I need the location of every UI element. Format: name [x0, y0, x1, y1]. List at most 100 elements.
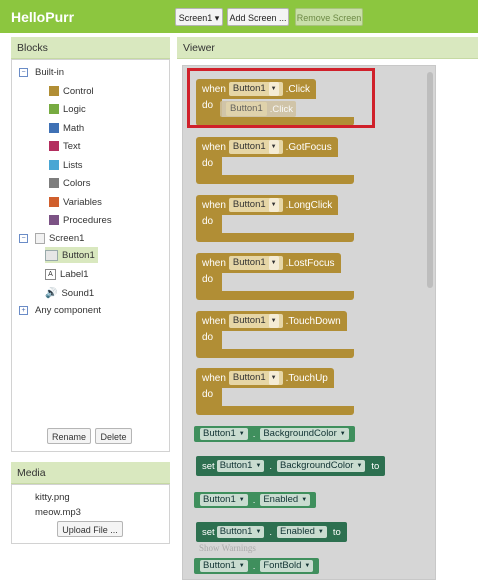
chevron-down-icon: ▼: [255, 463, 262, 469]
tree-item-button1[interactable]: Button1: [45, 247, 98, 263]
event-block[interactable]: when Button1 ▼ .TouchUp do: [196, 368, 356, 416]
setter-enabled-block[interactable]: set Button1 ▼ . Enabled ▼ to: [196, 522, 347, 542]
chevron-down-icon: ▼: [304, 563, 311, 569]
property-dropdown[interactable]: BackgroundColor ▼: [260, 428, 349, 440]
media-file[interactable]: meow.mp3: [35, 504, 81, 520]
builtin-drawer-logic[interactable]: Logic: [49, 101, 86, 117]
chevron-down-icon: ▼: [268, 140, 279, 154]
builtin-drawer-lists[interactable]: Lists: [49, 157, 83, 173]
component-dropdown[interactable]: Button1 ▼: [228, 256, 283, 270]
upload-file-button[interactable]: Upload File ...: [57, 521, 123, 537]
color-swatch-icon: [49, 160, 59, 170]
chevron-down-icon: ▼: [238, 497, 245, 503]
when-label: when: [202, 199, 226, 211]
event-block[interactable]: when Button1 ▼ .LostFocus do: [196, 253, 356, 301]
tree-item-label1[interactable]: A Label1: [45, 266, 89, 282]
event-block[interactable]: when Button1 ▼ .LongClick do: [196, 195, 356, 243]
component-dropdown[interactable]: Button1 ▼: [200, 560, 248, 572]
chevron-down-icon: ▼: [339, 431, 346, 437]
screen1-label: Screen1: [49, 232, 85, 244]
builtin-label: Built-in: [35, 66, 65, 78]
sound-icon: 🔊: [45, 287, 58, 299]
top-toolbar: HelloPurr Screen1 ▾ Add Screen ... Remov…: [0, 0, 478, 33]
chevron-down-icon: ▼: [238, 431, 245, 437]
remove-screen-button[interactable]: Remove Screen: [295, 8, 363, 26]
component-dropdown[interactable]: Button1 ▼: [228, 314, 283, 328]
event-block-footer: [196, 406, 354, 415]
show-warnings-toggle[interactable]: Show Warnings: [199, 543, 256, 553]
color-swatch-icon: [49, 178, 59, 188]
event-block-header: when Button1 ▼ .LostFocus: [196, 253, 341, 273]
property-dropdown[interactable]: FontBold ▼: [260, 560, 314, 572]
tree-item-label: Label1: [60, 268, 89, 280]
do-label: do: [202, 216, 214, 227]
component-dropdown[interactable]: Button1 ▼: [216, 526, 265, 538]
chevron-down-icon: ▼: [301, 497, 308, 503]
drawer-label: Lists: [63, 159, 83, 171]
event-block-footer: [196, 291, 354, 300]
blocks-panel-header: Blocks: [11, 37, 170, 59]
color-swatch-icon: [49, 123, 59, 133]
chevron-down-icon: ▼: [255, 529, 262, 535]
component-dropdown[interactable]: Button1 ▼: [200, 428, 248, 440]
builtin-drawer-text[interactable]: Text: [49, 138, 80, 154]
button-icon: [45, 249, 58, 261]
tree-item-label: Sound1: [61, 287, 95, 299]
event-block[interactable]: when Button1 ▼ .TouchDown do: [196, 311, 356, 359]
property-dropdown[interactable]: BackgroundColor ▼: [277, 460, 366, 472]
color-swatch-icon: [49, 141, 59, 151]
builtin-tree-node[interactable]: − Built-in: [19, 64, 64, 80]
component-dropdown[interactable]: Button1 ▼: [200, 494, 248, 506]
when-label: when: [202, 141, 226, 153]
when-label: when: [202, 315, 226, 327]
component-dropdown[interactable]: Button1 ▼: [228, 140, 283, 154]
getter-backgroundcolor-block[interactable]: Button1 ▼ . BackgroundColor ▼: [194, 426, 355, 442]
collapse-icon[interactable]: −: [19, 233, 28, 243]
highlight-box: [187, 68, 375, 128]
component-dropdown[interactable]: Button1 ▼: [216, 460, 265, 472]
rename-button[interactable]: Rename: [47, 428, 91, 444]
event-block-header: when Button1 ▼ .LongClick: [196, 195, 339, 215]
builtin-drawer-control[interactable]: Control: [49, 83, 94, 99]
event-block-footer: [196, 349, 354, 358]
event-block-header: when Button1 ▼ .GotFocus: [196, 137, 338, 157]
media-panel-header: Media: [11, 462, 170, 484]
chevron-down-icon: ▼: [268, 371, 279, 385]
add-screen-button[interactable]: Add Screen ...: [227, 8, 289, 26]
drawer-label: Variables: [63, 196, 102, 208]
do-label: do: [202, 389, 214, 400]
builtin-drawer-procedures[interactable]: Procedures: [49, 212, 112, 228]
builtin-drawer-colors[interactable]: Colors: [49, 175, 90, 191]
expand-icon[interactable]: +: [19, 305, 28, 315]
do-label: do: [202, 332, 214, 343]
event-block[interactable]: when Button1 ▼ .GotFocus do: [196, 137, 356, 185]
chevron-down-icon: ▼: [356, 463, 363, 469]
property-dropdown[interactable]: Enabled ▼: [277, 526, 327, 538]
media-file[interactable]: kitty.png: [35, 489, 70, 505]
delete-button[interactable]: Delete: [95, 428, 132, 444]
chevron-down-icon: ▼: [238, 563, 245, 569]
event-name-label: .TouchDown: [285, 315, 341, 327]
chevron-down-icon: ▼: [317, 529, 324, 535]
drawer-label: Colors: [63, 177, 91, 189]
component-dropdown[interactable]: Button1 ▼: [228, 371, 283, 385]
label-icon: A: [45, 268, 56, 280]
event-name-label: .GotFocus: [285, 141, 332, 153]
builtin-drawer-variables[interactable]: Variables: [49, 194, 102, 210]
screen-icon: [35, 232, 45, 244]
screen1-tree-node[interactable]: − Screen1: [19, 230, 84, 246]
getter-enabled-block[interactable]: Button1 ▼ . Enabled ▼: [194, 492, 317, 508]
screen-select-button[interactable]: Screen1 ▾: [175, 8, 223, 26]
collapse-icon[interactable]: −: [19, 67, 28, 77]
drawer-label: Control: [63, 85, 94, 97]
any-component-tree-node[interactable]: + Any component: [19, 302, 101, 318]
setter-backgroundcolor-block[interactable]: set Button1 ▼ . BackgroundColor ▼ to: [196, 456, 386, 476]
workspace-scrollbar[interactable]: [427, 72, 433, 288]
tree-item-sound1[interactable]: 🔊 Sound1: [45, 285, 94, 301]
do-label: do: [202, 274, 214, 285]
property-dropdown[interactable]: Enabled ▼: [260, 494, 311, 506]
component-dropdown[interactable]: Button1 ▼: [228, 198, 283, 212]
chevron-down-icon: ▼: [268, 256, 279, 270]
getter-fontbold-block[interactable]: Button1 ▼ . FontBold ▼: [194, 558, 320, 574]
builtin-drawer-math[interactable]: Math: [49, 120, 84, 136]
